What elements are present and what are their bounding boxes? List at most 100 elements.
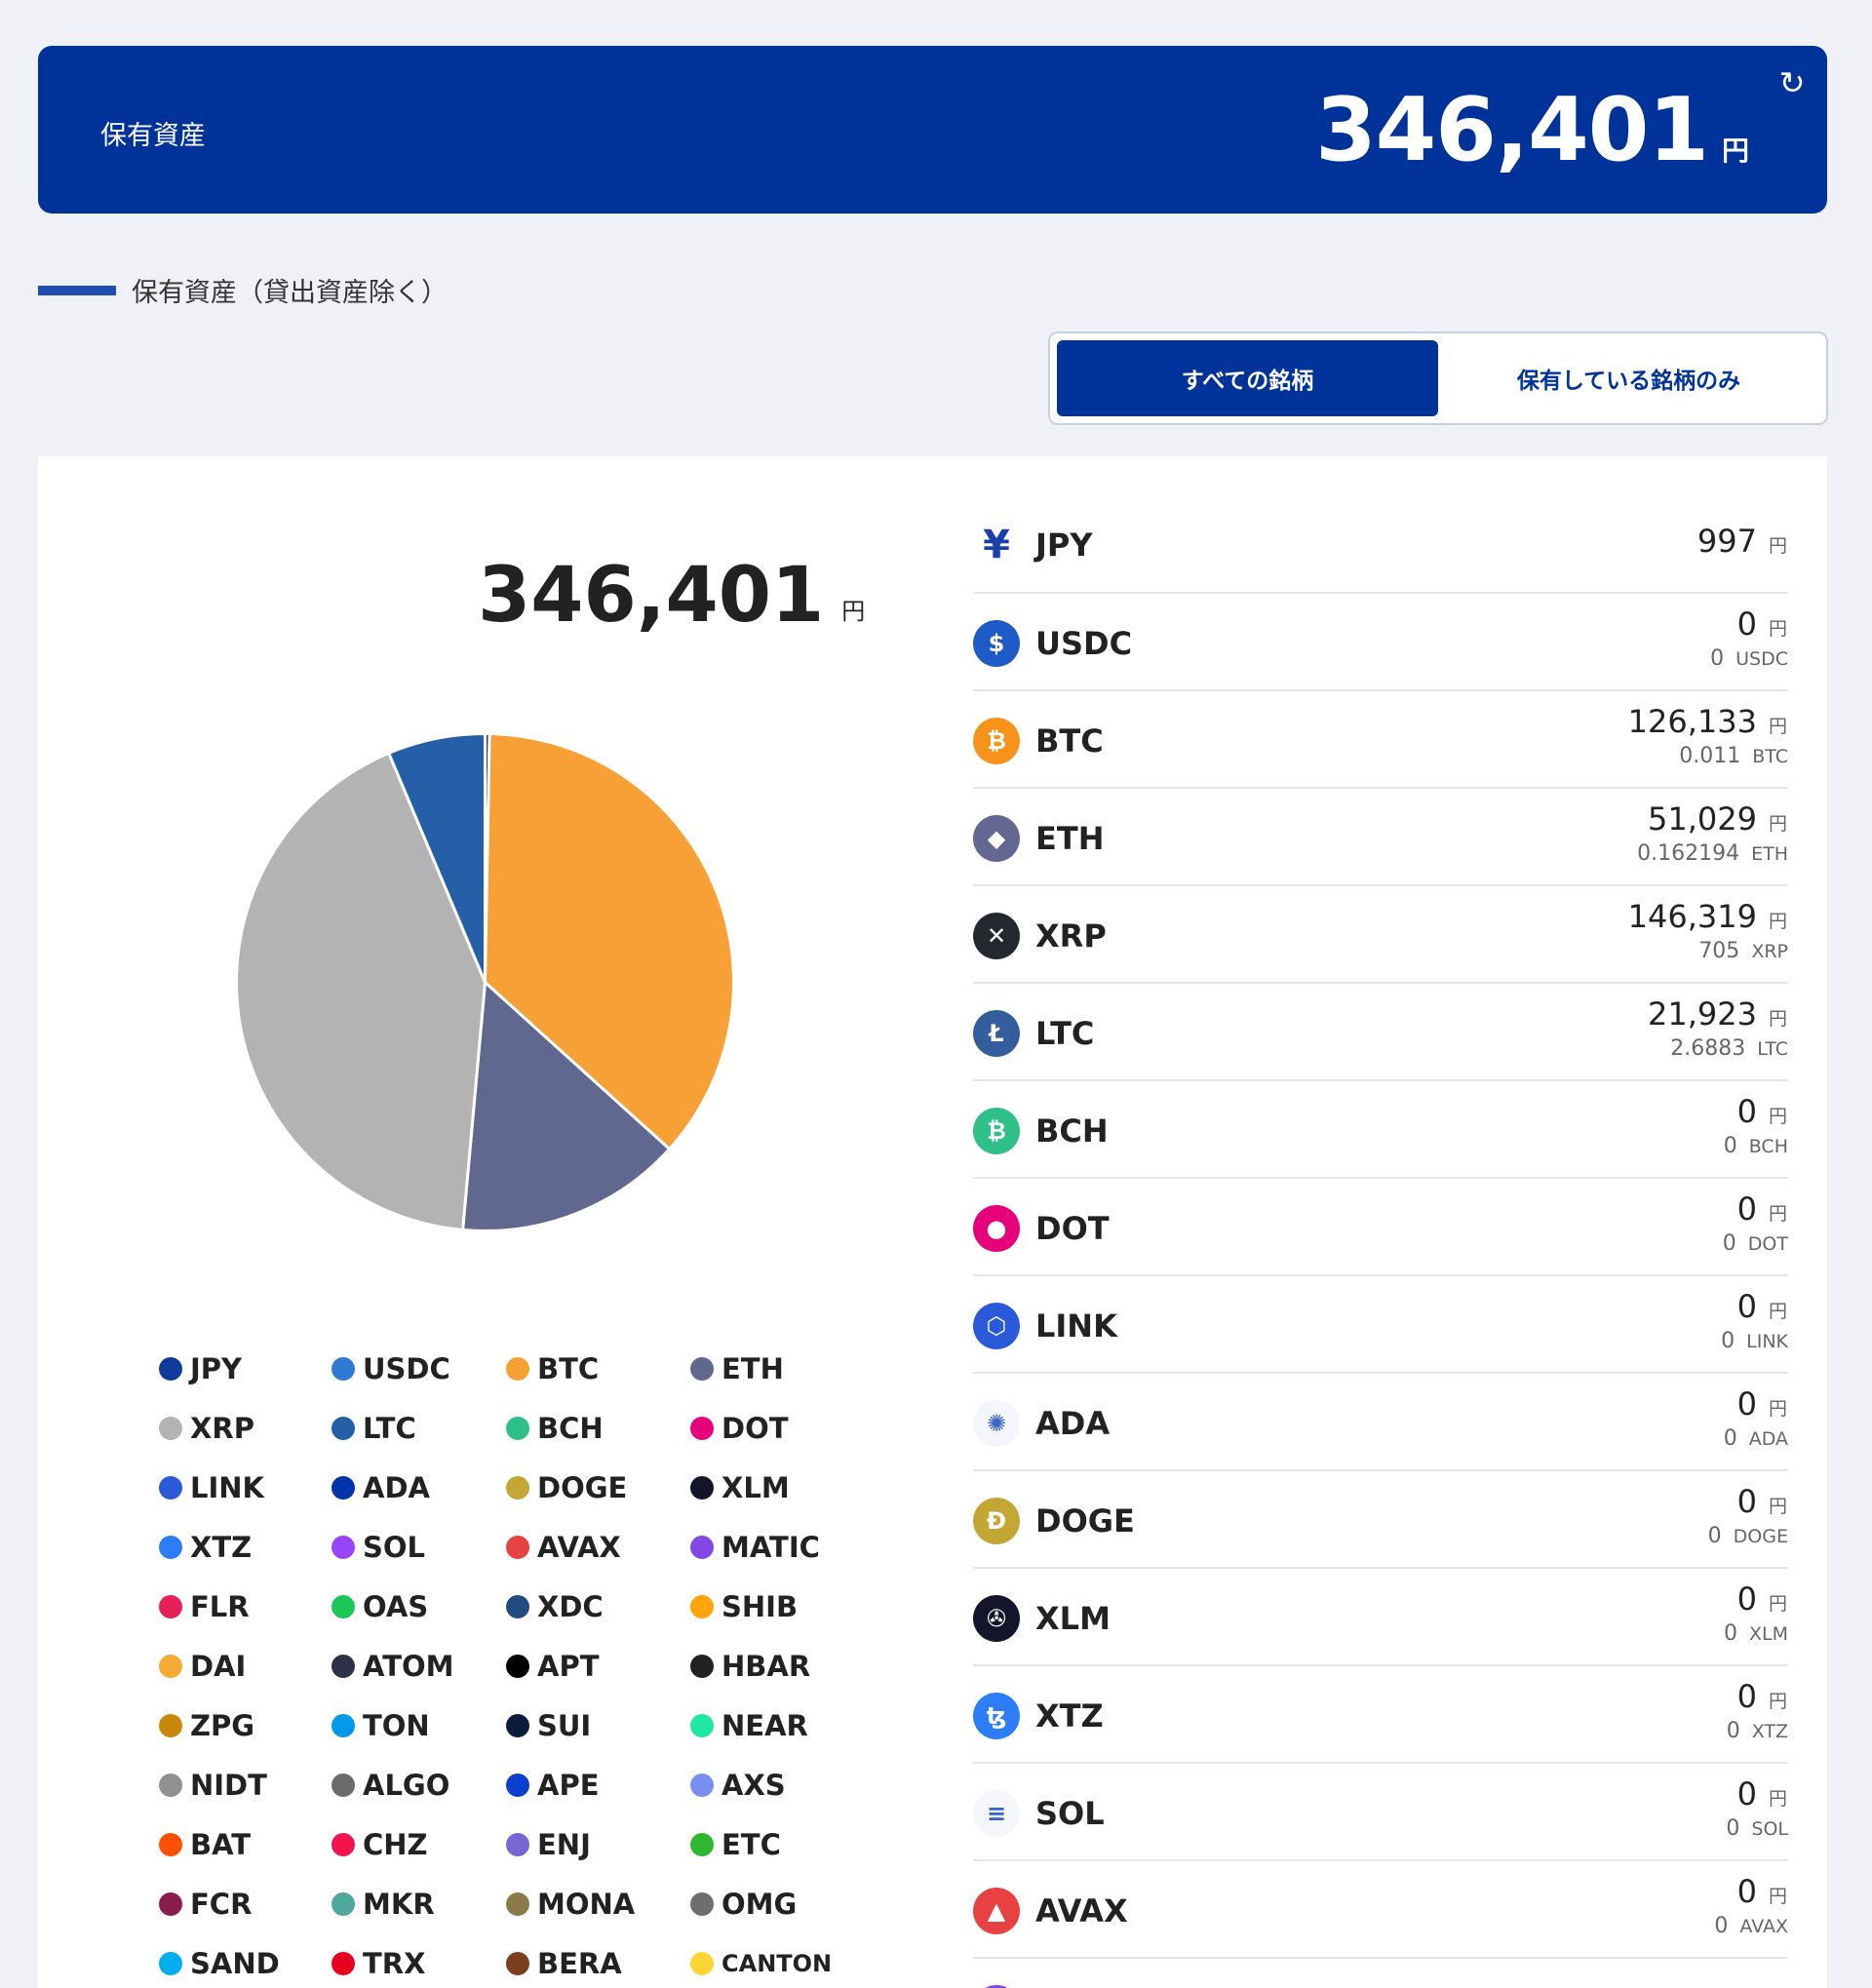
btc-icon: ₿ bbox=[973, 718, 1020, 764]
legend-swatch bbox=[690, 1773, 714, 1797]
legend-item-algo[interactable]: ALGO bbox=[332, 1766, 506, 1804]
legend-item-sol[interactable]: SOL bbox=[332, 1528, 506, 1566]
legend-label: USDC bbox=[363, 1351, 450, 1385]
legend-item-bera[interactable]: BERA bbox=[506, 1944, 690, 1982]
legend-item-chz[interactable]: CHZ bbox=[332, 1825, 506, 1863]
asset-row-ada[interactable]: ✺ ADA 0 円 0 ADA bbox=[973, 1374, 1788, 1471]
legend-item-sand[interactable]: SAND bbox=[159, 1944, 332, 1982]
legend-item-etc[interactable]: ETC bbox=[690, 1825, 841, 1863]
legend-item-bch[interactable]: BCH bbox=[506, 1409, 690, 1447]
asset-jpy-unit: 円 bbox=[1769, 1301, 1788, 1322]
legend-item-enj[interactable]: ENJ bbox=[506, 1825, 690, 1863]
legend-item-flr[interactable]: FLR bbox=[159, 1587, 332, 1625]
asset-row-jpy[interactable]: ¥ JPY 997 円 bbox=[973, 495, 1788, 594]
asset-jpy-value: 0円 bbox=[1737, 1385, 1788, 1423]
asset-row-xrp[interactable]: ✕ XRP 146,319 円 705 XRP bbox=[973, 886, 1788, 984]
filter-all-button[interactable]: すべての銘柄 bbox=[1057, 340, 1438, 416]
asset-name: LINK bbox=[1035, 1307, 1117, 1345]
asset-row-doge[interactable]: Ð DOGE 0 円 0 DOGE bbox=[973, 1471, 1788, 1569]
asset-name: ETH bbox=[1035, 820, 1105, 857]
legend-swatch bbox=[159, 1356, 182, 1381]
xlm-icon: ✇ bbox=[973, 1595, 1020, 1642]
asset-row-ltc[interactable]: Ł LTC 21,923 円 2.6883 LTC bbox=[973, 984, 1788, 1081]
asset-row-xlm[interactable]: ✇ XLM 0 円 0 XLM bbox=[973, 1569, 1788, 1666]
legend-item-jpy[interactable]: JPY bbox=[159, 1349, 332, 1387]
legend-item-dai[interactable]: DAI bbox=[159, 1647, 332, 1685]
legend-item-usdc[interactable]: USDC bbox=[332, 1349, 506, 1387]
asset-quantity: 0 ADA bbox=[1724, 1426, 1788, 1451]
filter-held-button[interactable]: 保有している銘柄のみ bbox=[1438, 340, 1819, 416]
legend-label: TON bbox=[363, 1708, 430, 1742]
ada-icon: ✺ bbox=[973, 1400, 1020, 1447]
legend-item-hbar[interactable]: HBAR bbox=[690, 1647, 841, 1685]
legend-item-mkr[interactable]: MKR bbox=[332, 1885, 506, 1923]
legend-item-near[interactable]: NEAR bbox=[690, 1706, 841, 1744]
legend-item-doge[interactable]: DOGE bbox=[506, 1468, 690, 1506]
asset-row-sol[interactable]: ≡ SOL 0 円 0 SOL bbox=[973, 1764, 1788, 1861]
asset-row-link[interactable]: ⬡ LINK 0 円 0 LINK bbox=[973, 1276, 1788, 1374]
asset-jpy-value: 0円 bbox=[1737, 1678, 1788, 1715]
legend-item-xtz[interactable]: XTZ bbox=[159, 1528, 332, 1566]
asset-row-dot[interactable]: ● DOT 0 円 0 DOT bbox=[973, 1179, 1788, 1276]
legend-label: BCH bbox=[537, 1411, 604, 1445]
legend-label: JPY bbox=[190, 1351, 243, 1385]
asset-row-xtz[interactable]: ꜩ XTZ 0 円 0 XTZ bbox=[973, 1666, 1788, 1764]
legend-swatch bbox=[690, 1594, 714, 1618]
legend-item-xdc[interactable]: XDC bbox=[506, 1587, 690, 1625]
legend-item-matic[interactable]: MATIC bbox=[690, 1528, 841, 1566]
legend-item-fcr[interactable]: FCR bbox=[159, 1885, 332, 1923]
avax-icon: ▲ bbox=[973, 1888, 1020, 1934]
refresh-icon[interactable]: ↻ bbox=[1774, 65, 1810, 100]
legend-swatch bbox=[332, 1475, 355, 1500]
legend-item-canton[interactable]: CANTON bbox=[690, 1944, 841, 1982]
legend-swatch bbox=[332, 1891, 355, 1916]
eth-icon: ◆ bbox=[973, 815, 1020, 862]
legend-item-link[interactable]: LINK bbox=[159, 1468, 332, 1506]
legend-item-ltc[interactable]: LTC bbox=[332, 1409, 506, 1447]
legend-item-sui[interactable]: SUI bbox=[506, 1706, 690, 1744]
asset-jpy-unit: 円 bbox=[1769, 716, 1788, 737]
legend-item-mona[interactable]: MONA bbox=[506, 1885, 690, 1923]
legend-swatch bbox=[690, 1416, 714, 1440]
asset-jpy-value: 0円 bbox=[1737, 1288, 1788, 1325]
legend-item-omg[interactable]: OMG bbox=[690, 1885, 841, 1923]
legend-item-apt[interactable]: APT bbox=[506, 1647, 690, 1685]
legend-item-xlm[interactable]: XLM bbox=[690, 1468, 841, 1506]
asset-row[interactable]: 0円 bbox=[973, 1959, 1788, 1988]
chart-total: 346,401 円 bbox=[478, 558, 865, 634]
legend-swatch bbox=[159, 1832, 182, 1856]
legend-item-bat[interactable]: BAT bbox=[159, 1825, 332, 1863]
section-accent-bar bbox=[38, 285, 116, 295]
legend-swatch bbox=[159, 1713, 182, 1737]
legend-item-ton[interactable]: TON bbox=[332, 1706, 506, 1744]
legend-item-btc[interactable]: BTC bbox=[506, 1349, 690, 1387]
legend-item-dot[interactable]: DOT bbox=[690, 1409, 841, 1447]
asset-row-eth[interactable]: ◆ ETH 51,029 円 0.162194 ETH bbox=[973, 789, 1788, 886]
legend-item-ada[interactable]: ADA bbox=[332, 1468, 506, 1506]
asset-jpy-amount: 0 bbox=[1736, 605, 1757, 643]
legend-item-axs[interactable]: AXS bbox=[690, 1766, 841, 1804]
asset-jpy-amount: 0 bbox=[1736, 1288, 1757, 1325]
asset-row-usdc[interactable]: $ USDC 0 円 0 USDC bbox=[973, 594, 1788, 691]
asset-jpy-unit: 円 bbox=[1769, 535, 1788, 557]
asset-row-bch[interactable]: ₿ BCH 0 円 0 BCH bbox=[973, 1081, 1788, 1179]
legend-item-oas[interactable]: OAS bbox=[332, 1587, 506, 1625]
legend-swatch bbox=[506, 1535, 529, 1559]
asset-name: BTC bbox=[1035, 722, 1104, 760]
legend-item-avax[interactable]: AVAX bbox=[506, 1528, 690, 1566]
asset-row-avax[interactable]: ▲ AVAX 0 円 0 AVAX bbox=[973, 1861, 1788, 1959]
legend-item-ape[interactable]: APE bbox=[506, 1766, 690, 1804]
legend-item-atom[interactable]: ATOM bbox=[332, 1647, 506, 1685]
asset-row-btc[interactable]: ₿ BTC 126,133 円 0.011 BTC bbox=[973, 691, 1788, 789]
asset-jpy-unit: 円 bbox=[1769, 1886, 1788, 1907]
legend-item-xrp[interactable]: XRP bbox=[159, 1409, 332, 1447]
legend-item-nidt[interactable]: NIDT bbox=[159, 1766, 332, 1804]
asset-jpy-unit: 円 bbox=[1769, 813, 1788, 835]
legend-item-eth[interactable]: ETH bbox=[690, 1349, 841, 1387]
legend-item-zpg[interactable]: ZPG bbox=[159, 1706, 332, 1744]
legend-swatch bbox=[506, 1773, 529, 1797]
legend-item-shib[interactable]: SHIB bbox=[690, 1587, 841, 1625]
asset-quantity: 0.011 BTC bbox=[1679, 744, 1788, 768]
legend-item-trx[interactable]: TRX bbox=[332, 1944, 506, 1982]
asset-jpy-unit: 円 bbox=[1769, 618, 1788, 640]
